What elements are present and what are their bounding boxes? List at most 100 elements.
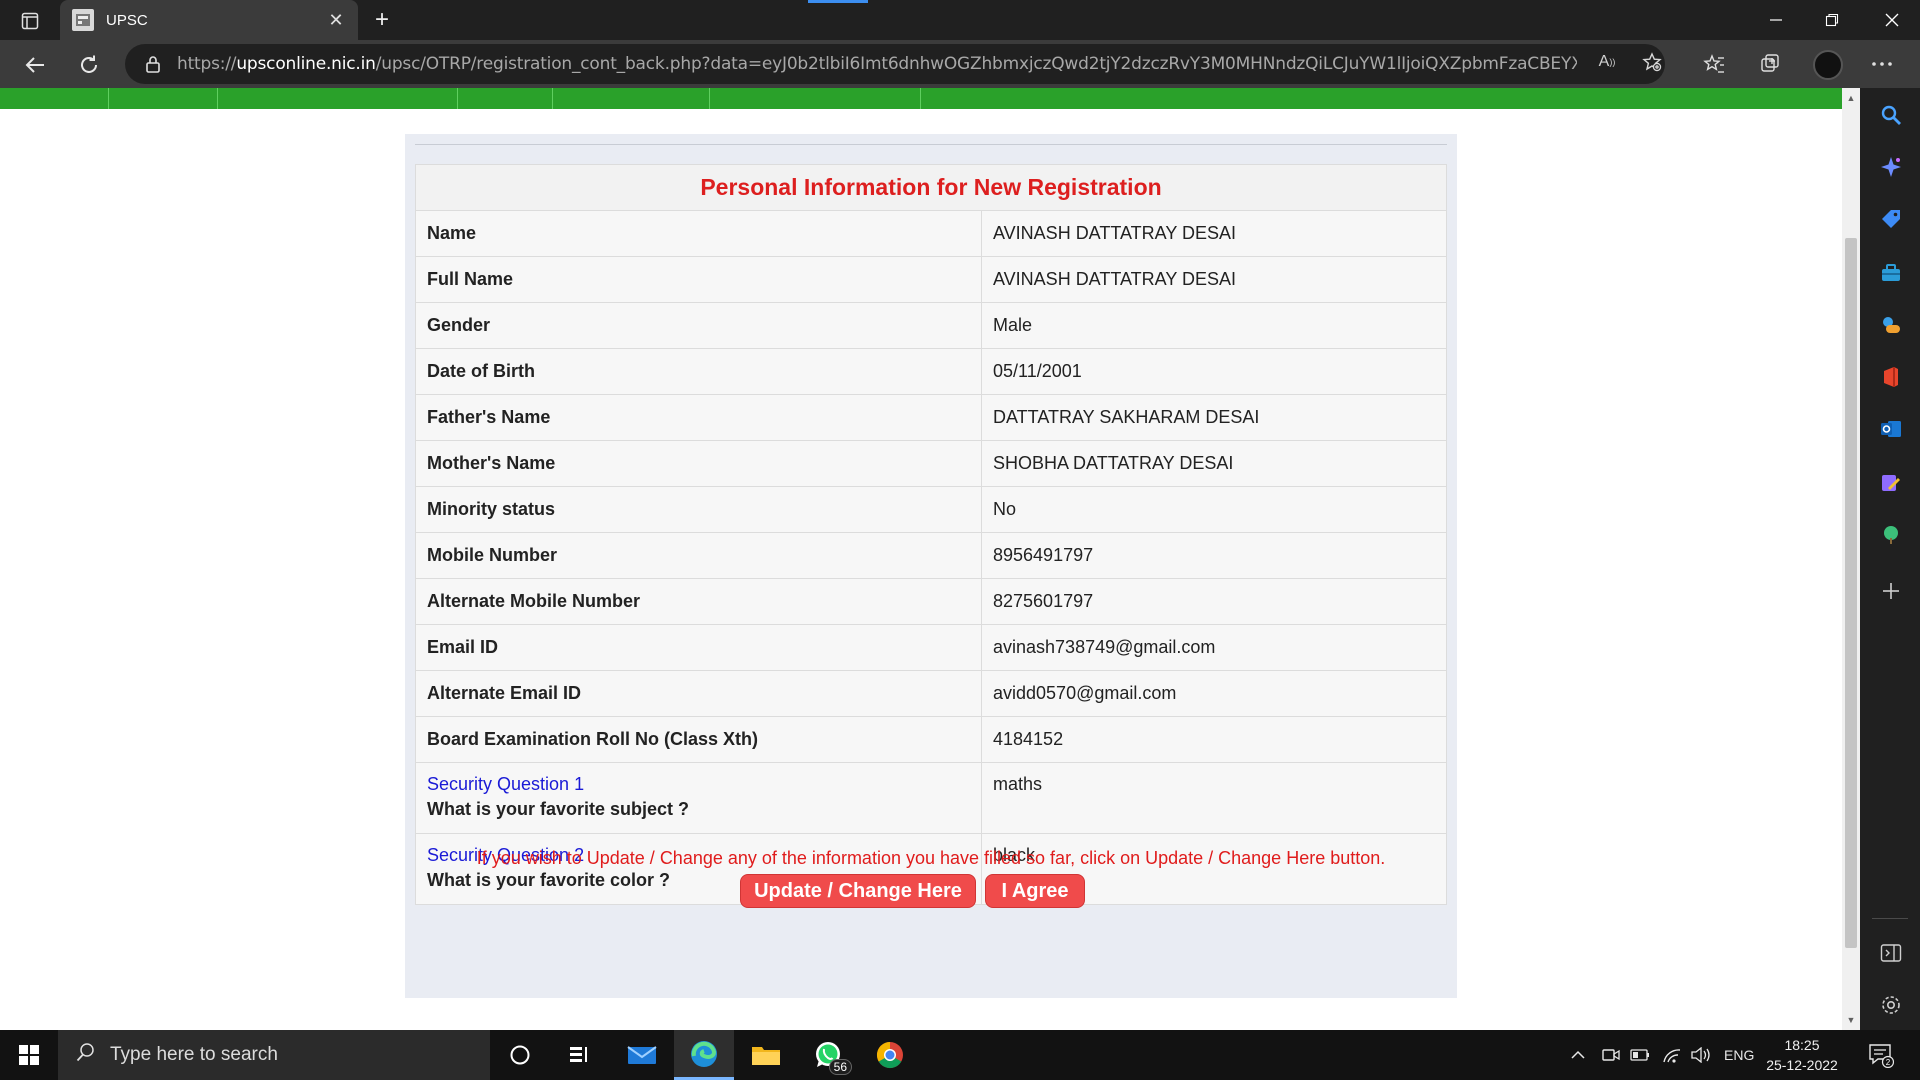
field-label-alt-mobile: Alternate Mobile Number (415, 578, 982, 625)
cortana-icon[interactable] (490, 1030, 550, 1080)
table-row: Alternate Mobile Number 8275601797 (415, 578, 1447, 625)
wifi-icon[interactable] (1662, 1030, 1682, 1080)
field-label-name: Name (415, 210, 982, 257)
mail-app-icon[interactable] (612, 1030, 672, 1080)
new-tab-button[interactable]: + (368, 6, 396, 34)
field-value-father-name: DATTATRAY SAKHARAM DESAI (981, 394, 1447, 441)
add-favorite-icon[interactable] (1638, 48, 1666, 76)
field-label-gender: Gender (415, 302, 982, 349)
security-question-1-link[interactable]: Security Question 1 (427, 774, 970, 795)
meet-now-icon[interactable] (1602, 1030, 1620, 1080)
sidebar-divider (1872, 918, 1908, 919)
clock-time: 18:25 (1784, 1037, 1820, 1053)
games-icon[interactable] (1878, 312, 1904, 338)
field-label-father-name: Father's Name (415, 394, 982, 441)
task-view-icon[interactable] (550, 1030, 610, 1080)
battery-icon[interactable] (1630, 1030, 1650, 1080)
tab-close-icon[interactable]: ✕ (326, 10, 346, 31)
personal-info-table: Personal Information for New Registratio… (415, 164, 1447, 905)
chrome-icon[interactable] (860, 1030, 920, 1080)
field-value-alt-email: avidd0570@gmail.com (981, 670, 1447, 717)
table-row: Board Examination Roll No (Class Xth) 418… (415, 716, 1447, 763)
field-value-roll-no: 4184152 (981, 716, 1447, 763)
field-value-minority: No (981, 486, 1447, 533)
table-row: Email ID avinash738749@gmail.com (415, 624, 1447, 671)
field-value-email: avinash738749@gmail.com (981, 624, 1447, 671)
field-label-email: Email ID (415, 624, 982, 671)
tree-icon[interactable] (1878, 522, 1904, 548)
settings-gear-icon[interactable] (1878, 992, 1904, 1018)
update-change-button[interactable]: Update / Change Here (740, 874, 976, 908)
field-value-alt-mobile: 8275601797 (981, 578, 1447, 625)
field-label-alt-email: Alternate Email ID (415, 670, 982, 717)
add-sidebar-item-icon[interactable] (1878, 578, 1904, 604)
browser-tab[interactable]: UPSC ✕ (60, 0, 358, 40)
table-row: Father's Name DATTATRAY SAKHARAM DESAI (415, 394, 1447, 441)
field-value-gender: Male (981, 302, 1447, 349)
read-aloud-icon[interactable]: A)) (1593, 48, 1621, 76)
upsc-favicon-icon (72, 9, 94, 31)
field-label-dob: Date of Birth (415, 348, 982, 395)
file-explorer-icon[interactable] (736, 1030, 796, 1080)
field-value-dob: 05/11/2001 (981, 348, 1447, 395)
table-row: Name AVINASH DATTATRAY DESAI (415, 210, 1447, 257)
field-value-mobile: 8956491797 (981, 532, 1447, 579)
minimize-button[interactable] (1748, 0, 1804, 40)
profile-avatar[interactable] (1813, 50, 1843, 80)
close-window-button[interactable] (1864, 0, 1920, 40)
tab-title: UPSC (106, 11, 148, 29)
lock-icon[interactable] (145, 55, 161, 73)
outlook-icon[interactable] (1878, 416, 1904, 442)
notification-center-icon[interactable]: 2 (1866, 1040, 1896, 1070)
tab-actions-icon[interactable] (14, 8, 46, 34)
table-row: Mother's Name SHOBHA DATTATRAY DESAI (415, 440, 1447, 487)
favorites-icon[interactable] (1698, 48, 1730, 80)
registration-panel: Personal Information for New Registratio… (405, 134, 1457, 998)
whatsapp-icon[interactable]: 56 (798, 1030, 858, 1080)
restore-button[interactable] (1804, 0, 1860, 40)
taskbar-search-placeholder: Type here to search (110, 1044, 278, 1065)
discover-icon[interactable] (1878, 154, 1904, 180)
field-label-minority: Minority status (415, 486, 982, 533)
table-row: Minority status No (415, 486, 1447, 533)
volume-icon[interactable] (1690, 1030, 1712, 1080)
collections-icon[interactable] (1754, 48, 1786, 80)
back-button[interactable] (18, 48, 52, 82)
browser-titlebar: UPSC ✕ + (0, 0, 1920, 40)
office-icon[interactable] (1878, 364, 1904, 390)
scrollbar-thumb[interactable] (1845, 238, 1857, 948)
field-label-full-name: Full Name (415, 256, 982, 303)
notification-count: 2 (1886, 1058, 1891, 1067)
table-row: Date of Birth 05/11/2001 (415, 348, 1447, 395)
address-bar[interactable]: https://upsconline.nic.in/upsc/OTRP/regi… (125, 44, 1665, 84)
security-question-cell: Security Question 1 What is your favorit… (415, 762, 982, 834)
site-nav-bar[interactable] (0, 88, 1842, 109)
language-indicator[interactable]: ENG (1724, 1030, 1754, 1080)
url-text[interactable]: https://upsconline.nic.in/upsc/OTRP/regi… (177, 54, 1577, 74)
page-scrollbar[interactable]: ▲ ▼ (1842, 88, 1860, 1030)
whatsapp-badge: 56 (828, 1059, 852, 1075)
hide-sidebar-icon[interactable] (1878, 940, 1904, 966)
i-agree-button[interactable]: I Agree (985, 874, 1085, 908)
taskbar-search-box[interactable]: Type here to search (58, 1030, 490, 1080)
edge-browser-icon[interactable] (674, 1030, 734, 1080)
scroll-up-arrow-icon[interactable]: ▲ (1842, 90, 1860, 106)
refresh-button[interactable] (72, 48, 106, 82)
field-label-roll-no: Board Examination Roll No (Class Xth) (415, 716, 982, 763)
shopping-tag-icon[interactable] (1878, 206, 1904, 232)
show-hidden-icons[interactable] (1570, 1030, 1586, 1080)
tools-icon[interactable] (1878, 260, 1904, 286)
field-value-mother-name: SHOBHA DATTATRAY DESAI (981, 440, 1447, 487)
more-options-icon[interactable] (1866, 48, 1898, 80)
table-row: Alternate Email ID avidd0570@gmail.com (415, 670, 1447, 717)
page-title: Personal Information for New Registratio… (415, 164, 1447, 211)
browser-toolbar: https://upsconline.nic.in/upsc/OTRP/regi… (0, 40, 1920, 88)
search-icon[interactable] (1878, 102, 1904, 128)
scroll-down-arrow-icon[interactable]: ▼ (1842, 1012, 1860, 1028)
windows-start-button[interactable] (0, 1030, 58, 1080)
table-row: Full Name AVINASH DATTATRAY DESAI (415, 256, 1447, 303)
taskbar-clock[interactable]: 18:25 25-12-2022 (1762, 1035, 1842, 1075)
security-answer-1: maths (981, 762, 1447, 834)
drop-icon[interactable] (1878, 470, 1904, 496)
panel-divider (415, 144, 1447, 145)
